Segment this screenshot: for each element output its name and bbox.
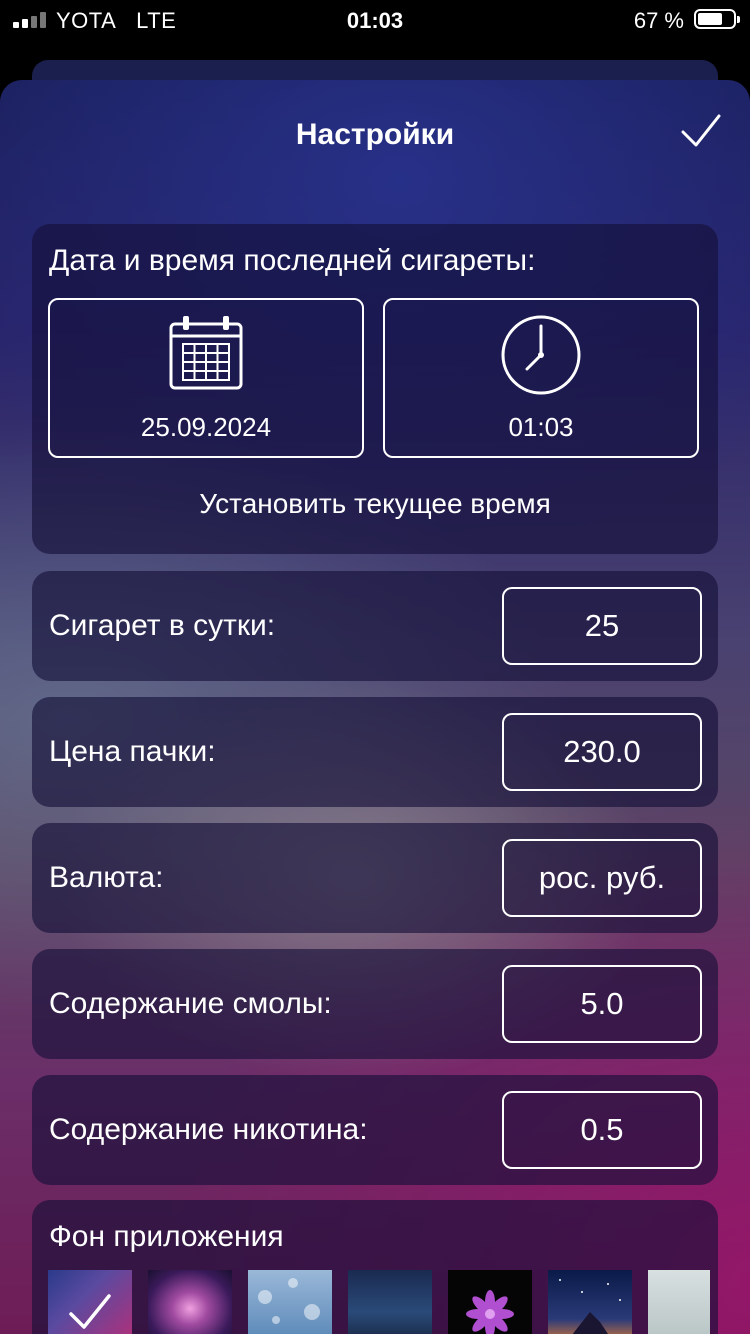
currency-field[interactable]: рос. руб.	[502, 839, 702, 917]
page-title: Настройки	[295, 118, 455, 151]
background-thumb-4[interactable]	[348, 1270, 432, 1334]
currency-label: Валюта:	[49, 861, 164, 894]
background-thumb-3[interactable]	[248, 1270, 332, 1334]
pack-price-field[interactable]: 230.0	[502, 713, 702, 791]
cigarettes-per-day-row: Сигарет в сутки: 25	[32, 571, 718, 681]
background-thumb-2[interactable]	[148, 1270, 232, 1334]
nicotine-content-field[interactable]: 0.5	[502, 1091, 702, 1169]
clock-icon	[501, 315, 581, 395]
background-thumb-7[interactable]	[648, 1270, 710, 1334]
pack-price-row: Цена пачки: 230.0	[32, 697, 718, 807]
tar-content-row: Содержание смолы: 5.0	[32, 949, 718, 1059]
cigarettes-per-day-label: Сигарет в сутки:	[49, 609, 276, 642]
status-bar: YOTA LTE 01:03 67 %	[0, 0, 750, 40]
time-picker-button[interactable]: 01:03	[383, 298, 699, 458]
app-background-card: Фон приложения	[32, 1200, 718, 1334]
battery-icon	[694, 9, 740, 29]
date-picker-button[interactable]: 25.09.2024	[48, 298, 364, 458]
currency-row: Валюта: рос. руб.	[32, 823, 718, 933]
last-cigarette-card: Дата и время последней сигареты: 25.09.2…	[32, 224, 718, 554]
nicotine-content-label: Содержание никотина:	[49, 1113, 368, 1146]
pack-price-label: Цена пачки:	[49, 735, 216, 768]
nicotine-content-row: Содержание никотина: 0.5	[32, 1075, 718, 1185]
selected-checkmark-icon	[69, 1294, 111, 1329]
settings-sheet: Настройки Дата и время последней сигарет…	[0, 80, 750, 1334]
background-thumb-6[interactable]	[548, 1270, 632, 1334]
last-cigarette-label: Дата и время последней сигареты:	[49, 244, 536, 277]
battery-percent: 67 %	[633, 8, 684, 33]
flower-icon	[466, 1290, 514, 1334]
selected-date: 25.09.2024	[140, 412, 272, 442]
selected-time: 01:03	[508, 412, 574, 442]
checkmark-icon[interactable]	[678, 108, 724, 154]
background-thumb-1[interactable]	[48, 1270, 132, 1334]
mountain-icon	[559, 1279, 621, 1334]
tar-content-field[interactable]: 5.0	[502, 965, 702, 1043]
tar-content-label: Содержание смолы:	[49, 987, 332, 1020]
calendar-icon	[169, 316, 243, 390]
background-thumb-5[interactable]	[448, 1270, 532, 1334]
set-current-time-button[interactable]: Установить текущее время	[32, 488, 718, 520]
app-background-label: Фон приложения	[49, 1220, 284, 1253]
cigarettes-per-day-field[interactable]: 25	[502, 587, 702, 665]
